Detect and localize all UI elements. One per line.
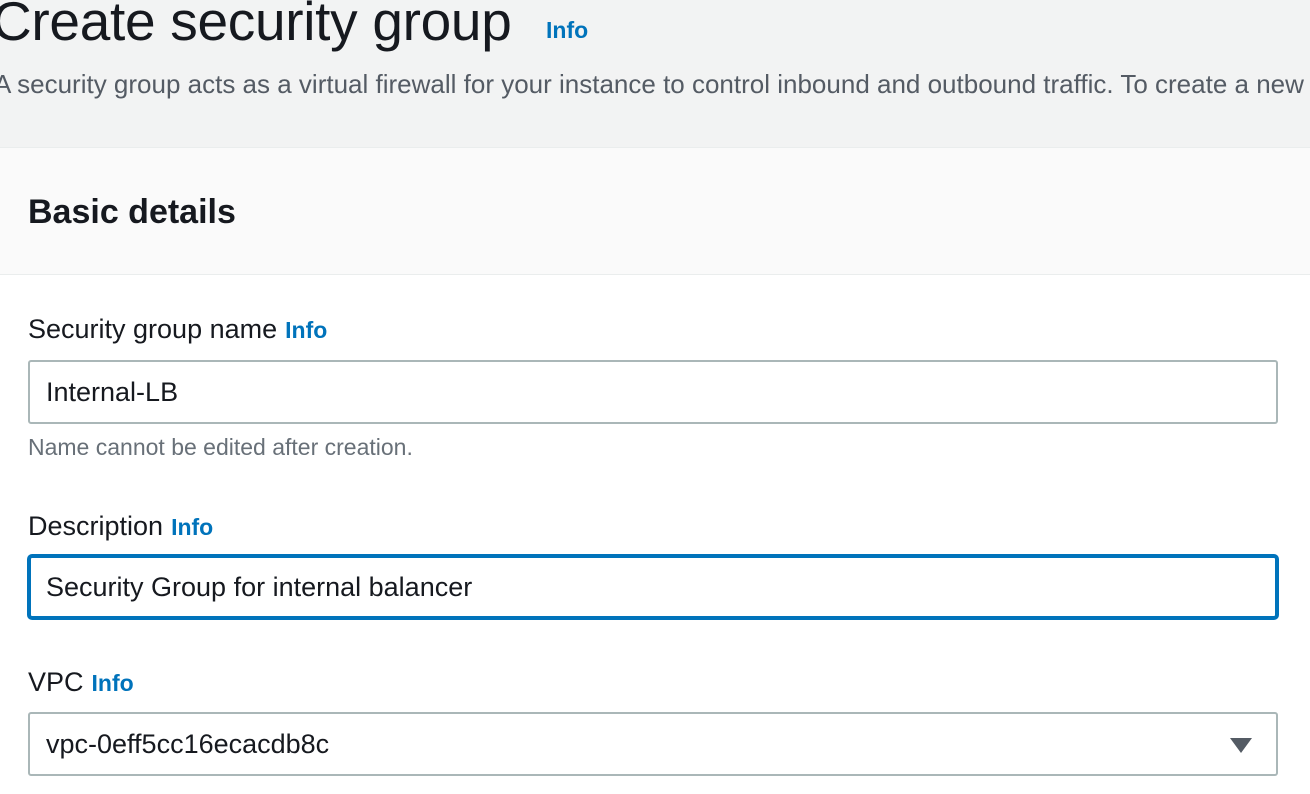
page-title: Create security group <box>0 0 512 52</box>
title-info-link[interactable]: Info <box>546 16 588 44</box>
vpc-label: VPC Info <box>28 666 134 699</box>
vpc-select[interactable]: vpc-0eff5cc16ecacdb8c <box>28 712 1278 776</box>
description-label-text: Description <box>28 511 164 541</box>
security-group-name-label-text: Security group name <box>28 314 278 344</box>
basic-details-panel: Basic details Security group name Info Na… <box>0 148 1310 794</box>
vpc-selected-value: vpc-0eff5cc16ecacdb8c <box>46 729 330 759</box>
security-group-name-info-link[interactable]: Info <box>285 317 327 343</box>
vpc-info-link[interactable]: Info <box>92 670 134 696</box>
description-info-link[interactable]: Info <box>171 514 213 540</box>
panel-header: Basic details <box>0 148 1310 275</box>
page-header: Create security group Info A security gr… <box>0 0 1310 148</box>
security-group-name-label: Security group name Info <box>28 313 327 346</box>
panel-title: Basic details <box>28 193 236 231</box>
page-description: A security group acts as a virtual firew… <box>0 69 1310 99</box>
security-group-name-input[interactable] <box>28 360 1278 424</box>
description-label: Description Info <box>28 510 213 543</box>
vpc-label-text: VPC <box>28 667 84 697</box>
security-group-name-hint: Name cannot be edited after creation. <box>28 434 413 460</box>
description-input[interactable] <box>28 555 1278 619</box>
caret-down-icon <box>1230 738 1252 753</box>
